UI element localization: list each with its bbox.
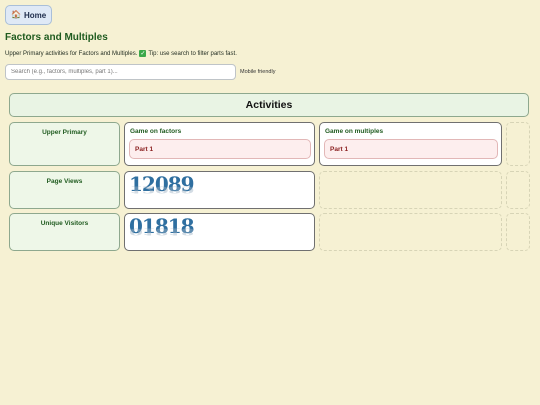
row-label-unique-visitors: Unique Visitors xyxy=(9,213,120,251)
empty-cell xyxy=(319,213,502,251)
part-button-factors-1[interactable]: Part 1 xyxy=(129,139,311,159)
page-title: Factors and Multiples xyxy=(5,32,108,43)
page-views-counter-cell: 12089 12089 xyxy=(124,171,315,209)
empty-cell xyxy=(506,213,530,251)
game-title-multiples: Game on multiples xyxy=(325,128,384,135)
mobile-friendly-note: Mobile friendly xyxy=(240,69,276,75)
row-label-page-views: Page Views xyxy=(9,171,120,209)
empty-cell xyxy=(319,171,502,209)
intro-tip: Tip: use search to filter parts fast. xyxy=(148,50,237,57)
home-label: Home xyxy=(23,10,47,20)
game-card-factors: Game on factors Part 1 xyxy=(124,122,315,166)
intro-text: Upper Primary activities for Factors and… xyxy=(5,50,237,57)
unique-visitors-counter-reflection: 01818 xyxy=(129,226,194,237)
unique-visitors-counter-cell: 01818 01818 xyxy=(124,213,315,251)
game-card-multiples: Game on multiples Part 1 xyxy=(319,122,502,166)
home-icon: 🏠 xyxy=(11,10,21,19)
activities-header: Activities xyxy=(9,93,529,117)
intro-description: Upper Primary activities for Factors and… xyxy=(5,50,138,57)
search-input[interactable] xyxy=(5,64,236,80)
part-button-multiples-1[interactable]: Part 1 xyxy=(324,139,498,159)
empty-cell xyxy=(506,171,530,209)
game-title-factors: Game on factors xyxy=(130,128,182,135)
page-views-counter-reflection: 12089 xyxy=(129,184,194,195)
home-button[interactable]: 🏠 Home xyxy=(5,5,53,25)
row-label-upper-primary: Upper Primary xyxy=(9,122,120,166)
check-icon: ✓ xyxy=(139,50,147,57)
empty-cell xyxy=(506,122,530,166)
